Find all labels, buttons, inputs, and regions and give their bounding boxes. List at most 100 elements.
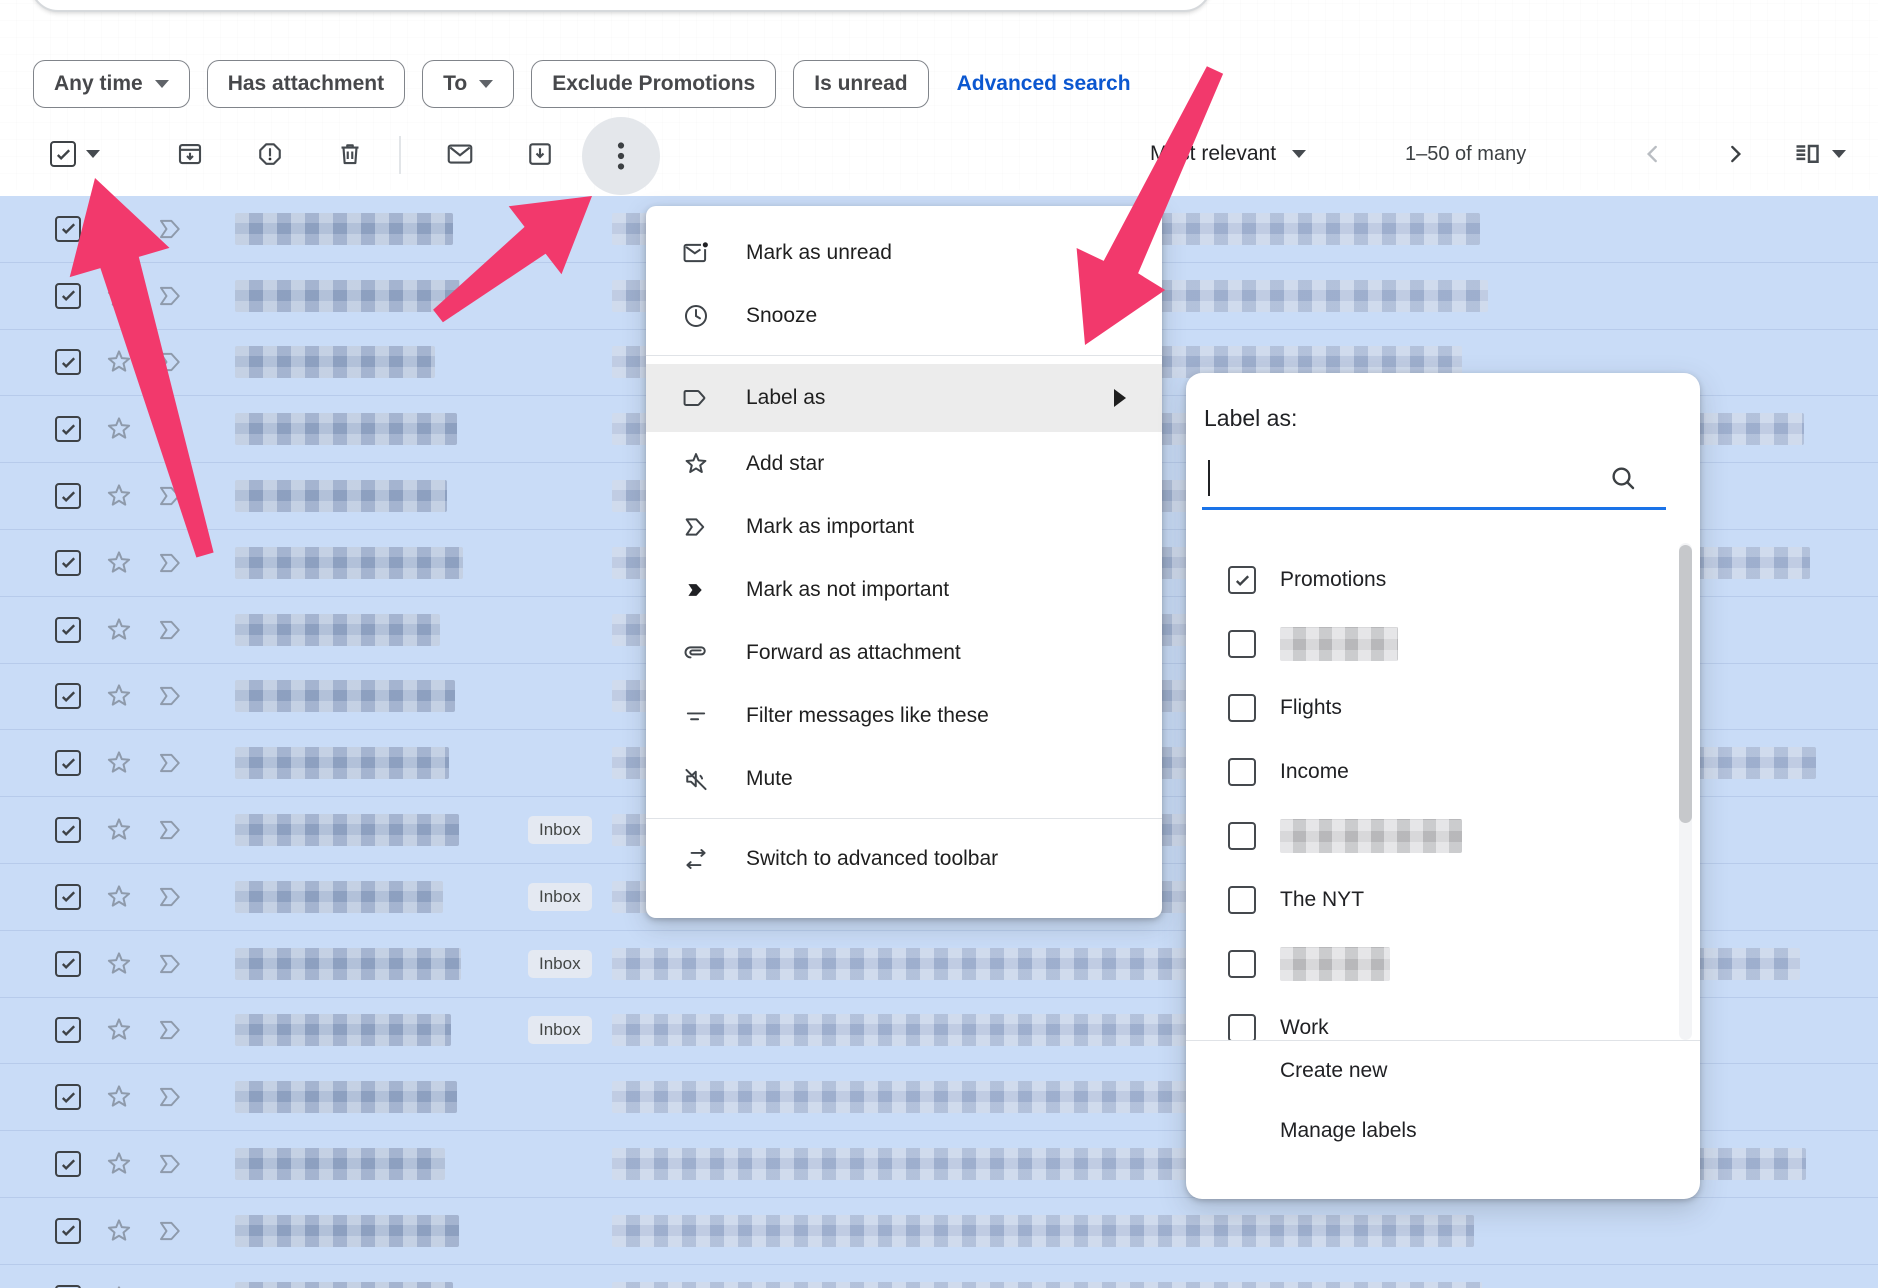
star-icon[interactable] bbox=[104, 281, 134, 311]
menu-item-snooze[interactable]: Snooze bbox=[646, 284, 1162, 347]
label-checkbox[interactable] bbox=[1228, 822, 1256, 850]
menu-item-mute[interactable]: Mute bbox=[646, 747, 1162, 810]
menu-item-mark-as-unread[interactable]: Mark as unread bbox=[646, 221, 1162, 284]
label-action-manage-labels[interactable]: Manage labels bbox=[1186, 1101, 1700, 1161]
row-checkbox[interactable] bbox=[55, 750, 81, 776]
label-checkbox[interactable] bbox=[1228, 950, 1256, 978]
search-bar[interactable] bbox=[30, 0, 1212, 12]
row-checkbox[interactable] bbox=[55, 416, 81, 442]
star-icon[interactable] bbox=[104, 1216, 134, 1246]
star-icon[interactable] bbox=[104, 1283, 134, 1288]
menu-item-mark-as-not-important[interactable]: Mark as not important bbox=[646, 558, 1162, 621]
star-icon[interactable] bbox=[104, 748, 134, 778]
menu-item-filter-messages-like-these[interactable]: Filter messages like these bbox=[646, 684, 1162, 747]
importance-marker-icon[interactable] bbox=[156, 1149, 186, 1179]
row-checkbox[interactable] bbox=[55, 1017, 81, 1043]
label-checkbox[interactable] bbox=[1228, 1014, 1256, 1040]
row-checkbox[interactable] bbox=[55, 550, 81, 576]
star-icon[interactable] bbox=[104, 347, 134, 377]
select-caret-icon[interactable] bbox=[86, 150, 100, 158]
label-option-income[interactable]: Income bbox=[1186, 740, 1700, 804]
label-action-create-new[interactable]: Create new bbox=[1186, 1041, 1700, 1101]
row-checkbox[interactable] bbox=[55, 1151, 81, 1177]
importance-marker-icon[interactable] bbox=[156, 548, 186, 578]
row-checkbox[interactable] bbox=[55, 951, 81, 977]
label-option-redacted[interactable] bbox=[1186, 612, 1700, 676]
menu-item-add-star[interactable]: Add star bbox=[646, 432, 1162, 495]
importance-marker-icon[interactable] bbox=[156, 615, 186, 645]
filter-chip-has-attachment[interactable]: Has attachment bbox=[207, 60, 405, 108]
filter-chip-is-unread[interactable]: Is unread bbox=[793, 60, 928, 108]
label-option-redacted[interactable] bbox=[1186, 932, 1700, 996]
star-icon[interactable] bbox=[104, 949, 134, 979]
row-checkbox[interactable] bbox=[55, 1285, 81, 1288]
move-to-button[interactable] bbox=[514, 126, 566, 182]
star-icon[interactable] bbox=[104, 1015, 134, 1045]
row-checkbox[interactable] bbox=[55, 1084, 81, 1110]
row-checkbox[interactable] bbox=[55, 216, 81, 242]
row-checkbox[interactable] bbox=[55, 1218, 81, 1244]
importance-marker-icon[interactable] bbox=[156, 347, 186, 377]
importance-marker-icon[interactable] bbox=[156, 414, 186, 444]
scrollbar-thumb[interactable] bbox=[1679, 545, 1692, 823]
star-icon[interactable] bbox=[104, 681, 134, 711]
older-page-button[interactable] bbox=[1711, 130, 1759, 178]
pagination-count[interactable]: 1–50 of many bbox=[1405, 126, 1526, 182]
row-checkbox[interactable] bbox=[55, 283, 81, 309]
archive-button[interactable] bbox=[164, 126, 216, 182]
importance-marker-icon[interactable] bbox=[156, 681, 186, 711]
filter-chip-exclude-promotions[interactable]: Exclude Promotions bbox=[531, 60, 776, 108]
newer-page-button[interactable] bbox=[1629, 130, 1677, 178]
star-icon[interactable] bbox=[104, 481, 134, 511]
star-icon[interactable] bbox=[104, 1149, 134, 1179]
label-checkbox[interactable] bbox=[1228, 758, 1256, 786]
menu-item-switch-to-advanced-toolbar[interactable]: Switch to advanced toolbar bbox=[646, 827, 1162, 890]
label-checkbox[interactable] bbox=[1228, 886, 1256, 914]
star-icon[interactable] bbox=[104, 1082, 134, 1112]
select-all-checkbox[interactable] bbox=[50, 141, 76, 167]
filter-chip-any-time[interactable]: Any time bbox=[33, 60, 190, 108]
split-view-button[interactable] bbox=[1792, 130, 1846, 178]
label-search-input[interactable] bbox=[1210, 457, 1590, 501]
label-option-work[interactable]: Work bbox=[1186, 996, 1700, 1040]
star-icon[interactable] bbox=[104, 414, 134, 444]
label-checkbox[interactable] bbox=[1228, 630, 1256, 658]
row-checkbox[interactable] bbox=[55, 349, 81, 375]
importance-marker-icon[interactable] bbox=[156, 1082, 186, 1112]
menu-item-forward-as-attachment[interactable]: Forward as attachment bbox=[646, 621, 1162, 684]
filter-chip-to[interactable]: To bbox=[422, 60, 514, 108]
importance-marker-icon[interactable] bbox=[156, 815, 186, 845]
mark-as-read-button[interactable] bbox=[434, 126, 486, 182]
importance-marker-icon[interactable] bbox=[156, 1283, 186, 1288]
label-option-promotions[interactable]: Promotions bbox=[1186, 548, 1700, 612]
star-icon[interactable] bbox=[104, 214, 134, 244]
advanced-search-link[interactable]: Advanced search bbox=[957, 72, 1131, 96]
row-checkbox[interactable] bbox=[55, 483, 81, 509]
star-icon[interactable] bbox=[104, 882, 134, 912]
importance-marker-icon[interactable] bbox=[156, 949, 186, 979]
importance-marker-icon[interactable] bbox=[156, 214, 186, 244]
row-checkbox[interactable] bbox=[55, 683, 81, 709]
row-checkbox[interactable] bbox=[55, 884, 81, 910]
importance-marker-icon[interactable] bbox=[156, 1216, 186, 1246]
select-all-button[interactable] bbox=[50, 126, 100, 182]
delete-button[interactable] bbox=[324, 126, 376, 182]
star-icon[interactable] bbox=[104, 548, 134, 578]
menu-item-mark-as-important[interactable]: Mark as important bbox=[646, 495, 1162, 558]
label-list-scrollbar[interactable] bbox=[1679, 543, 1692, 1040]
importance-marker-icon[interactable] bbox=[156, 481, 186, 511]
importance-marker-icon[interactable] bbox=[156, 1015, 186, 1045]
star-icon[interactable] bbox=[104, 815, 134, 845]
row-checkbox[interactable] bbox=[55, 817, 81, 843]
star-icon[interactable] bbox=[104, 615, 134, 645]
importance-marker-icon[interactable] bbox=[156, 748, 186, 778]
label-checkbox[interactable] bbox=[1228, 694, 1256, 722]
sort-dropdown[interactable]: Most relevant bbox=[1150, 126, 1306, 182]
email-row[interactable] bbox=[0, 1265, 1878, 1288]
more-options-button[interactable] bbox=[582, 117, 660, 195]
label-checkbox[interactable] bbox=[1228, 566, 1256, 594]
email-row[interactable] bbox=[0, 1198, 1878, 1265]
label-option-flights[interactable]: Flights bbox=[1186, 676, 1700, 740]
importance-marker-icon[interactable] bbox=[156, 882, 186, 912]
row-checkbox[interactable] bbox=[55, 617, 81, 643]
